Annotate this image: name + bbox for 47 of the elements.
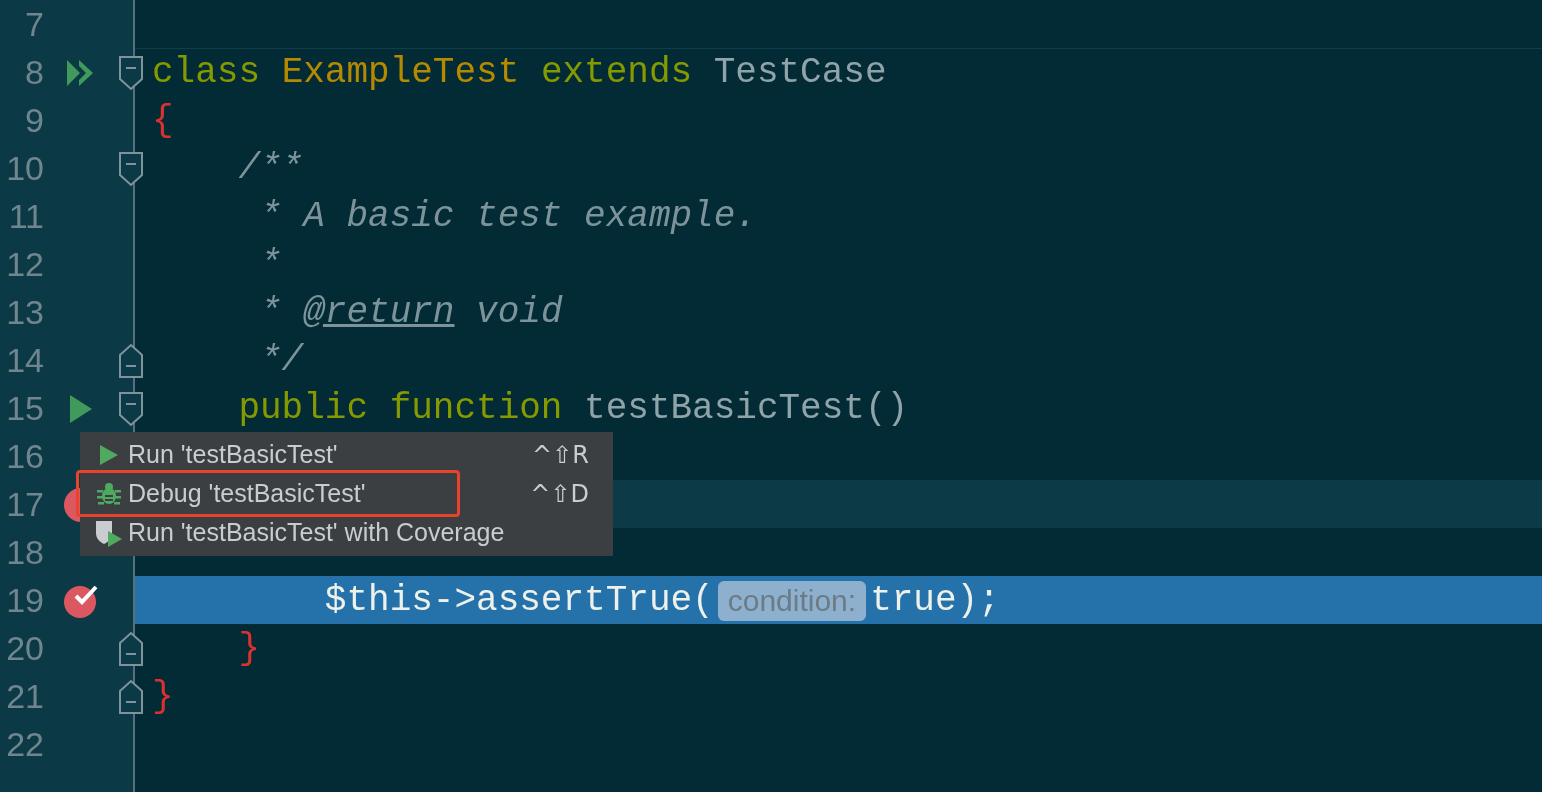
menu-label: Run 'testBasicTest' bbox=[128, 438, 338, 470]
code-text: } bbox=[152, 674, 174, 719]
line-number: 17 bbox=[5, 484, 44, 525]
parameter-hint: condition: bbox=[717, 580, 867, 621]
line-number: 11 bbox=[7, 196, 44, 237]
run-icon bbox=[99, 443, 119, 466]
code-text: public function testBasicTest() bbox=[237, 386, 909, 431]
fold-icon[interactable] bbox=[118, 342, 144, 379]
code-text: class ExampleTest extends TestCase bbox=[152, 50, 887, 95]
code-text: */ bbox=[259, 338, 304, 383]
menu-item[interactable]: Debug 'testBasicTest' ^⇧D bbox=[80, 474, 613, 513]
shortcut-label: ^⇧D bbox=[530, 478, 589, 510]
menu-item[interactable]: Run 'testBasicTest' ^⇧R bbox=[80, 435, 613, 474]
line-number: 16 bbox=[5, 436, 44, 477]
line-number: 13 bbox=[5, 292, 44, 333]
menu-label: Debug 'testBasicTest' bbox=[128, 477, 366, 509]
code-text: * @return void bbox=[259, 290, 563, 335]
line-number: 7 bbox=[24, 4, 44, 45]
fold-icon[interactable] bbox=[118, 630, 144, 667]
line-number: 18 bbox=[5, 532, 44, 573]
coverage-icon bbox=[94, 518, 124, 547]
code-text: true); bbox=[870, 578, 1000, 623]
code-text: * A basic test example. bbox=[259, 194, 757, 239]
shortcut-label: ^⇧R bbox=[532, 439, 589, 471]
line-number: 21 bbox=[5, 676, 44, 717]
line-number: 22 bbox=[5, 724, 44, 765]
code-text: } bbox=[237, 626, 261, 671]
menu-label: Run 'testBasicTest' with Coverage bbox=[128, 516, 505, 548]
menu-item[interactable]: Run 'testBasicTest' with Coverage bbox=[80, 513, 613, 552]
line-number: 9 bbox=[24, 100, 44, 141]
fold-icon[interactable] bbox=[118, 150, 144, 187]
line-number: 12 bbox=[5, 244, 44, 285]
line-number: 8 bbox=[24, 52, 44, 93]
line-number: 10 bbox=[5, 148, 44, 189]
code-text: /** bbox=[237, 146, 304, 191]
line-number: 15 bbox=[5, 388, 44, 429]
fold-icon[interactable] bbox=[118, 678, 144, 715]
fold-icon[interactable] bbox=[118, 390, 144, 427]
bug-icon bbox=[96, 480, 122, 507]
line-number: 20 bbox=[5, 628, 44, 669]
code-text: * bbox=[259, 242, 282, 287]
line-number: 14 bbox=[5, 340, 44, 381]
run-icon[interactable] bbox=[69, 393, 93, 424]
code-text: $this->assertTrue( bbox=[323, 578, 714, 623]
code-text: { bbox=[152, 98, 174, 143]
fold-icon[interactable] bbox=[118, 54, 144, 91]
line-number: 19 bbox=[5, 580, 44, 621]
